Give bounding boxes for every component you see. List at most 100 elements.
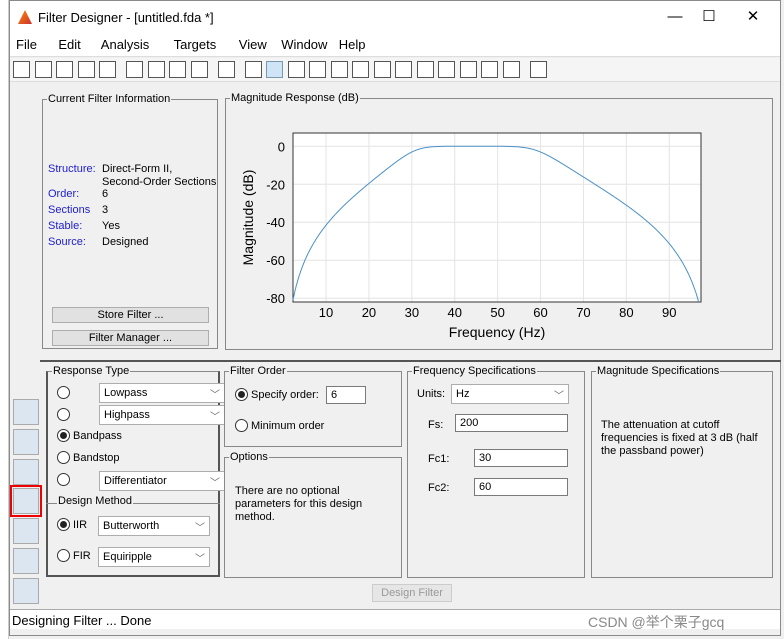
zoom-x-icon[interactable] (147, 61, 165, 78)
units-select[interactable]: Hz ﹀ (451, 384, 569, 404)
specify-order-label: Specify order: (251, 389, 319, 401)
full-view-icon[interactable] (190, 61, 208, 78)
x-tick-label: 40 (448, 305, 462, 320)
impulse-icon[interactable] (373, 61, 391, 78)
chevron-down-icon: ﹀ (554, 391, 564, 402)
step-icon[interactable] (395, 61, 412, 78)
filter-manager-button[interactable]: Filter Manager ... (52, 330, 209, 346)
menu-targets[interactable]: Targets (174, 37, 217, 52)
select-value: Hz (456, 388, 470, 400)
title-bar: Filter Designer - [untitled.fda *] — ☐ ✕ (10, 1, 780, 33)
menu-file[interactable]: File (16, 37, 37, 52)
import-filter-icon[interactable] (13, 518, 39, 544)
y-tick-label: -60 (266, 253, 285, 268)
x-tick-label: 90 (662, 305, 676, 320)
chevron-down-icon: ﹀ (210, 478, 220, 489)
fir-radio[interactable] (57, 549, 70, 562)
menu-bar: File Edit Analysis Targets View Window Help (10, 33, 780, 57)
fir-label: FIR (73, 550, 91, 562)
highpass-radio[interactable] (57, 408, 70, 421)
background-editor (0, 0, 9, 639)
minimum-order-radio[interactable] (235, 419, 248, 432)
info-value: Yes (102, 220, 120, 232)
x-tick-label: 60 (533, 305, 547, 320)
fc2-label: Fc2: (428, 482, 450, 494)
phase-delay-icon[interactable] (352, 61, 369, 78)
print-preview-icon[interactable] (99, 61, 116, 78)
fs-input[interactable]: 200 (455, 414, 568, 432)
magnitude-specs-panel: Magnitude Specifications (591, 365, 773, 578)
panel-title: Options (230, 451, 268, 463)
coefficients-icon[interactable] (438, 61, 455, 78)
magnitude-specs-text: The attenuation at cutoff frequencies is… (601, 419, 758, 457)
specify-order-radio[interactable] (235, 388, 248, 401)
info-icon[interactable] (459, 61, 477, 78)
minimize-button[interactable]: — (660, 7, 690, 27)
close-button[interactable]: ✕ (738, 7, 768, 27)
minimum-order-label: Minimum order (251, 420, 325, 432)
realize-model-icon[interactable] (13, 429, 39, 455)
quantize-icon[interactable] (13, 578, 39, 604)
highpass-select[interactable]: Highpass ﹀ (99, 405, 225, 425)
lowpass-radio[interactable] (57, 386, 70, 399)
pole-zero-editor-icon[interactable] (10, 485, 42, 517)
lowpass-select[interactable]: Lowpass ﹀ (99, 383, 225, 403)
open-icon[interactable] (34, 61, 52, 78)
panel-title: Current Filter Information (48, 93, 171, 105)
new-icon[interactable] (13, 61, 30, 78)
info-key: Sections (48, 204, 91, 216)
iir-label: IIR (73, 519, 88, 531)
order-input[interactable]: 6 (326, 386, 366, 404)
y-tick-label: -40 (266, 215, 285, 230)
plot-area (292, 132, 702, 303)
store-filter-button[interactable]: Store Filter ... (52, 307, 209, 323)
filter-designer-window: Filter Designer - [untitled.fda *] — ☐ ✕… (9, 0, 781, 636)
x-tick-label: 20 (362, 305, 376, 320)
mag-phase-icon[interactable] (309, 61, 326, 78)
phase-icon[interactable] (287, 61, 305, 78)
bandstop-radio[interactable] (57, 451, 70, 464)
magnitude-icon[interactable] (266, 61, 283, 78)
menu-edit[interactable]: Edit (58, 37, 80, 52)
group-delay-icon[interactable] (330, 61, 348, 78)
menu-view[interactable]: View (239, 37, 267, 52)
menu-analysis[interactable]: Analysis (101, 37, 149, 52)
fir-type-select[interactable]: Equiripple ﹀ (98, 547, 210, 567)
differentiator-radio[interactable] (57, 473, 70, 486)
fc1-input[interactable]: 30 (474, 449, 568, 467)
chevron-down-icon: ﹀ (210, 390, 220, 401)
fc2-input[interactable]: 60 (474, 478, 568, 496)
panel-title: Frequency Specifications (413, 365, 536, 377)
zoom-in-icon[interactable] (126, 61, 143, 78)
watermark: CSDN @举个栗子gcq (588, 614, 725, 630)
toolbar (10, 58, 780, 82)
magnitude-estimate-icon[interactable] (481, 61, 498, 78)
filter-spec-icon[interactable] (244, 61, 262, 78)
chevron-down-icon: ﹀ (195, 554, 205, 565)
round-off-noise-icon[interactable] (502, 61, 520, 78)
save-icon[interactable] (56, 61, 73, 78)
whats-this-icon[interactable] (529, 61, 547, 78)
pole-zero-icon[interactable] (416, 61, 434, 78)
design-filter-icon[interactable] (13, 459, 39, 485)
select-value: Highpass (104, 409, 150, 421)
new-figure-icon[interactable] (217, 61, 235, 78)
bandpass-radio[interactable] (57, 429, 70, 442)
maximize-button[interactable]: ☐ (694, 7, 724, 27)
design-filter-button[interactable]: Design Filter (372, 584, 452, 602)
differentiator-select[interactable]: Differentiator ﹀ (99, 471, 225, 491)
multirate-icon[interactable] (13, 548, 39, 574)
matlab-icon (18, 10, 32, 24)
x-tick-label: 70 (576, 305, 590, 320)
transform-filter-icon[interactable] (13, 399, 39, 425)
menu-help[interactable]: Help (339, 37, 366, 52)
panel-title: Magnitude Specifications (597, 365, 720, 377)
print-icon[interactable] (77, 61, 95, 78)
y-axis-label: Magnitude (dB) (240, 170, 256, 266)
zoom-y-icon[interactable] (169, 61, 186, 78)
info-key: Stable: (48, 220, 83, 232)
iir-type-select[interactable]: Butterworth ﹀ (98, 516, 210, 536)
menu-window[interactable]: Window (281, 37, 327, 52)
iir-radio[interactable] (57, 518, 70, 531)
filter-order-panel: Filter Order (224, 365, 402, 447)
